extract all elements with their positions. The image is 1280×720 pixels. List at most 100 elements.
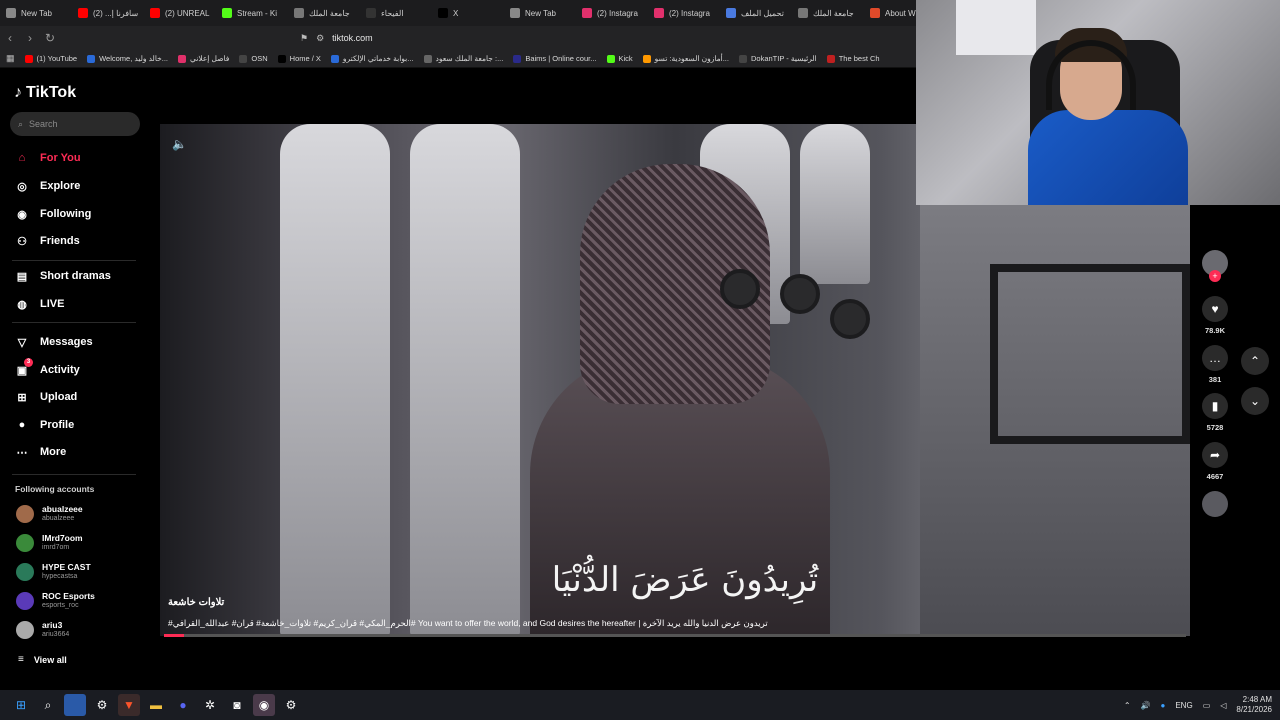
account-handle: ariu3664 xyxy=(42,631,70,638)
search-placeholder: Search xyxy=(29,119,58,129)
sidebar-item-live[interactable]: ◍ LIVE xyxy=(14,296,64,312)
bookmark-item[interactable]: جامعة الملك سعود :... xyxy=(423,54,504,63)
sidebar-item-following[interactable]: ◉ Following xyxy=(14,206,91,222)
bookmark-item[interactable]: بوابة خدماتي الإلكترو... xyxy=(330,54,414,63)
share-button[interactable]: ➦ 4667 xyxy=(1200,442,1230,481)
creator-avatar-button[interactable]: + xyxy=(1200,250,1230,282)
search-input[interactable]: ⌕ Search xyxy=(10,112,140,136)
tab-favicon-icon xyxy=(6,8,16,18)
bookmark-item[interactable]: فاصل إعلاني xyxy=(178,54,229,63)
messages-icon: ▽ xyxy=(17,336,27,349)
browser-tab[interactable]: (2) Instagra xyxy=(576,0,648,26)
home-icon: ⌂ xyxy=(18,152,26,164)
sound-disc-button[interactable] xyxy=(1200,491,1230,517)
tiktok-logo[interactable]: ♪ TikTok xyxy=(14,84,76,102)
sidebar-item-activity[interactable]: ▣ 3 Activity xyxy=(14,358,80,378)
sidebar-item-more[interactable]: ⋯ More xyxy=(14,444,67,460)
clock[interactable]: 2:48 AM 8/21/2026 xyxy=(1236,695,1272,715)
wall-frame xyxy=(990,264,1190,444)
sidebar-item-profile[interactable]: ● Profile xyxy=(14,417,75,433)
sidebar-item-explore[interactable]: ◎ Explore xyxy=(14,178,80,194)
back-arrow-icon[interactable]: ‹ xyxy=(0,31,20,45)
search-icon[interactable]: ⌕ xyxy=(37,694,59,716)
tab-label: جامعة الملك xyxy=(813,8,854,18)
steam-icon[interactable]: ⚙ xyxy=(91,694,113,716)
bookmark-label: The best Ch xyxy=(838,54,880,63)
following-account-item[interactable]: IMrd7oom imrd7om xyxy=(16,533,83,552)
tab-favicon-icon xyxy=(654,8,664,18)
follow-plus-icon[interactable]: + xyxy=(1209,270,1221,282)
share-count: 4667 xyxy=(1206,472,1224,481)
volume-tray-icon[interactable]: ◁ xyxy=(1220,701,1226,710)
following-account-item[interactable]: HYPE CAST hypecastsa xyxy=(16,562,91,581)
chatgpt-icon[interactable]: ✲ xyxy=(199,694,221,716)
view-all-link[interactable]: ≡ View all xyxy=(18,654,67,665)
sidebar-item-label: Friends xyxy=(40,235,80,247)
display-icon[interactable]: ▭ xyxy=(1203,701,1211,710)
browser-tab[interactable]: الفيحاء xyxy=(360,0,432,26)
bookmark-item[interactable]: Welcome, خالد وليد... xyxy=(87,54,168,63)
language-indicator[interactable]: ENG xyxy=(1175,701,1192,710)
sidebar-item-short-dramas[interactable]: ▤ Short dramas xyxy=(14,268,111,284)
save-button[interactable]: ▮ 5728 xyxy=(1200,393,1230,432)
bookmark-item[interactable]: Kick xyxy=(606,54,633,63)
browser-tab[interactable]: (2) UNREAL xyxy=(144,0,216,26)
bookmark-item[interactable]: Baims | Online cour... xyxy=(513,54,597,63)
photos-app-icon[interactable] xyxy=(64,694,86,716)
sidebar-item-messages[interactable]: ▽ Messages xyxy=(14,334,93,350)
bookmark-item[interactable]: (1) YouTube xyxy=(24,54,77,63)
forward-arrow-icon[interactable]: › xyxy=(20,31,40,45)
brave-browser-icon[interactable]: ▼ xyxy=(118,694,140,716)
game-app-icon[interactable]: ◙ xyxy=(226,694,248,716)
more-icon: ⋯ xyxy=(16,446,28,459)
browser-tab[interactable]: X xyxy=(432,0,504,26)
reload-icon[interactable]: ↻ xyxy=(40,31,60,45)
steam-client-icon[interactable]: ⚙ xyxy=(280,694,302,716)
file-explorer-icon[interactable]: ▬ xyxy=(145,694,167,716)
following-account-item[interactable]: ROC Esports esports_roc xyxy=(16,591,95,610)
bookmark-item[interactable]: DokanTIP - الرئيسية xyxy=(738,54,817,63)
browser-tab[interactable]: New Tab xyxy=(0,0,72,26)
apps-grid-icon[interactable]: ▦ xyxy=(6,53,15,64)
tray-expand-icon[interactable]: ⌃ xyxy=(1124,701,1131,710)
browser-tab[interactable]: تحميل الملف xyxy=(720,0,792,26)
windows-start-icon[interactable]: ⊞ xyxy=(10,694,32,716)
bookmark-item[interactable]: أمازون السعودية: تسو... xyxy=(642,54,729,63)
like-button[interactable]: ♥ 78.9K xyxy=(1200,296,1230,335)
bookmark-icon[interactable]: ⚑ xyxy=(300,33,308,44)
url-field[interactable]: ⚑ ⚙ tiktok.com xyxy=(300,30,373,46)
following-account-item[interactable]: ariu3 ariu3664 xyxy=(16,620,69,639)
browser-tab[interactable]: جامعة الملك xyxy=(288,0,360,26)
browser-tab[interactable]: سافرنا إ... (2) xyxy=(72,0,144,26)
bookmark-item[interactable]: Home / X xyxy=(277,54,321,63)
speaker-icon[interactable]: 🔊 xyxy=(1141,701,1151,710)
volume-icon[interactable]: 🔈 xyxy=(172,137,187,151)
discord-icon[interactable]: ● xyxy=(172,694,194,716)
wall-light xyxy=(956,0,1036,55)
video-progress-bar[interactable] xyxy=(164,634,1186,637)
browser-tab[interactable]: New Tab xyxy=(504,0,576,26)
bookmark-item[interactable]: The best Ch xyxy=(826,54,880,63)
obs-icon[interactable]: ◉ xyxy=(253,694,275,716)
browser-tab[interactable]: Stream - Ki xyxy=(216,0,288,26)
bookmark-favicon-icon xyxy=(513,54,522,63)
site-info-icon[interactable]: ⚙ xyxy=(316,33,324,44)
next-video-button[interactable]: ⌄ xyxy=(1241,387,1269,415)
tiktok-note-icon: ♪ xyxy=(14,84,22,101)
bookmark-favicon-icon xyxy=(738,54,747,63)
url-text: tiktok.com xyxy=(332,33,373,43)
browser-tab[interactable]: (2) Instagra xyxy=(648,0,720,26)
browser-tab[interactable]: جامعة الملك xyxy=(792,0,864,26)
previous-video-button[interactable]: ⌃ xyxy=(1241,347,1269,375)
bookmark-label: جامعة الملك سعود :... xyxy=(435,54,504,63)
sidebar-item-for-you[interactable]: ⌂ For You xyxy=(14,150,81,166)
tab-label: New Tab xyxy=(525,8,556,18)
profile-icon: ● xyxy=(18,419,26,431)
tab-label: الفيحاء xyxy=(381,8,404,18)
mic-icon[interactable]: ● xyxy=(1161,701,1166,710)
comment-button[interactable]: … 381 xyxy=(1200,345,1230,384)
bookmark-item[interactable]: OSN xyxy=(239,54,268,63)
sidebar-item-upload[interactable]: ⊞ Upload xyxy=(14,389,77,405)
sidebar-item-friends[interactable]: ⚇ Friends xyxy=(14,233,80,249)
following-account-item[interactable]: abualzeee abualzeee xyxy=(16,504,83,523)
